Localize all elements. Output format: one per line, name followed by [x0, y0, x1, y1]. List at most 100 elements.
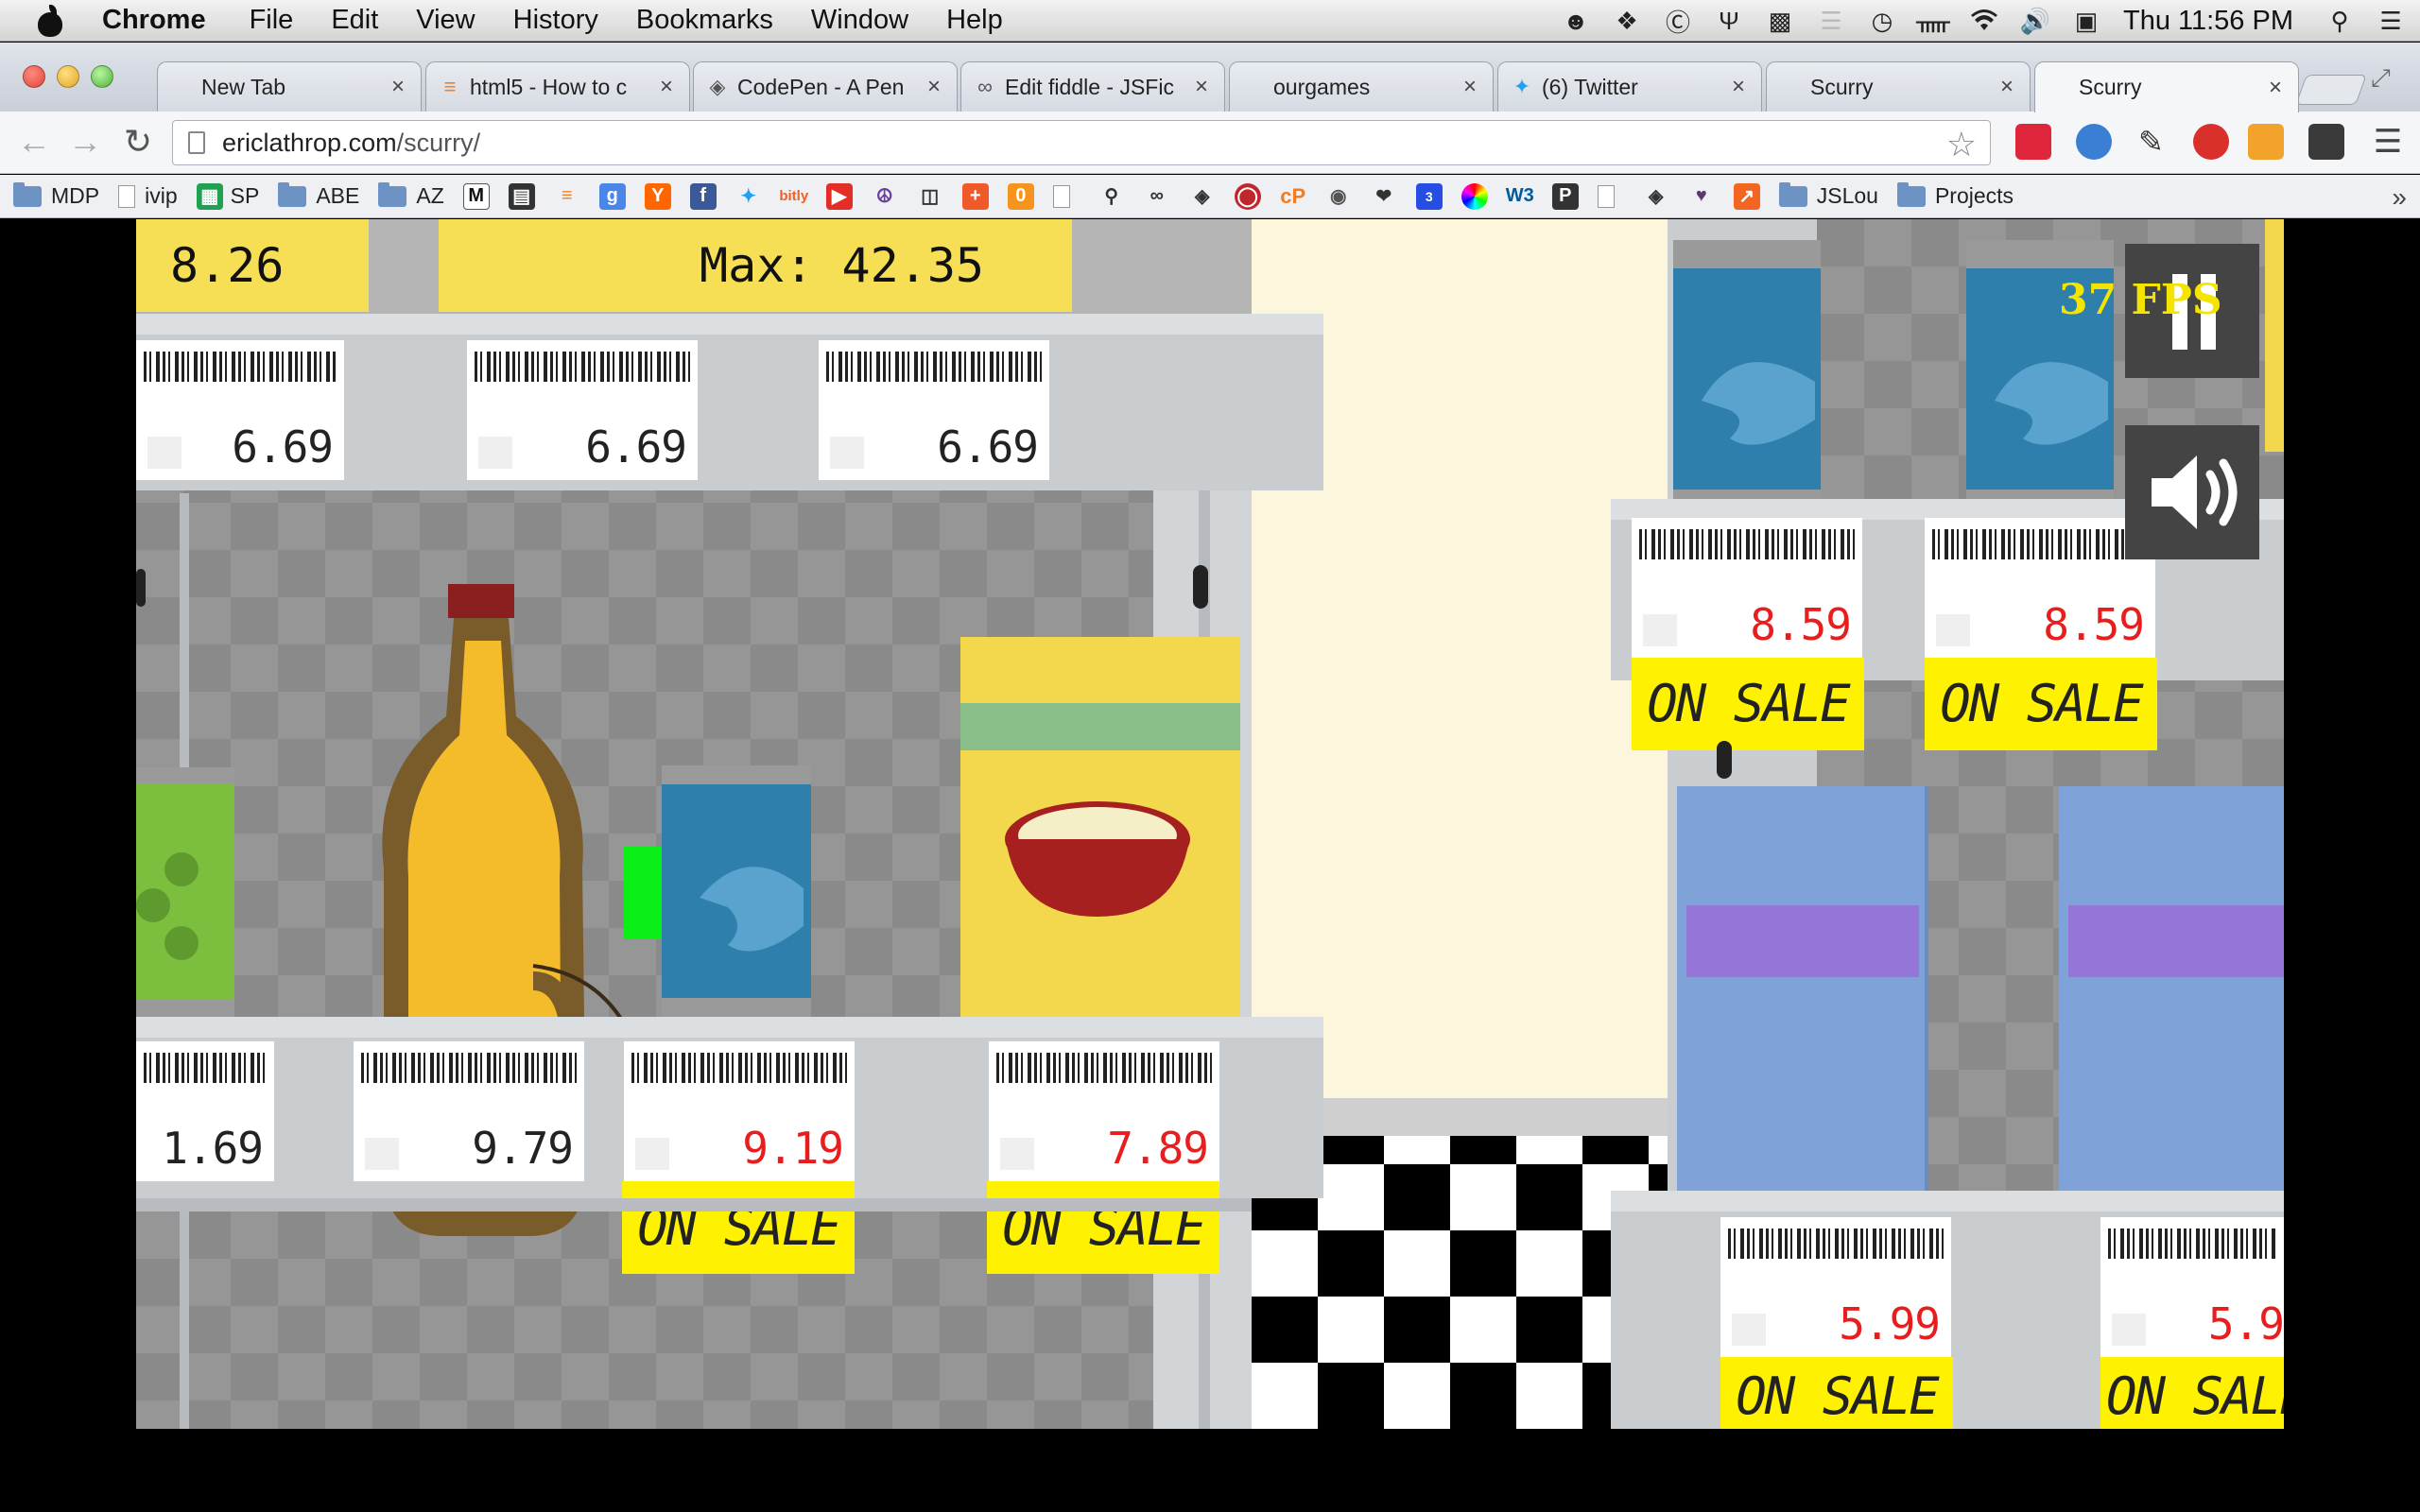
new-tab-button[interactable] — [2295, 75, 2367, 105]
bookmark-chart[interactable]: ↗ — [1733, 182, 1760, 210]
bookmark-terminal[interactable]: ▤ — [508, 182, 535, 210]
zoom-window-button[interactable] — [91, 65, 113, 88]
fullscreen-icon[interactable]: ⤢ — [2371, 63, 2391, 94]
bluetooth-icon[interactable]: ᚅ — [1916, 7, 1950, 35]
menu-view[interactable]: View — [416, 5, 475, 36]
new-extension-icon[interactable] — [2248, 124, 2284, 160]
game-canvas[interactable]: 8.26 Max: 42.35 6.69 6.69 6.69 1.69 9.79… — [136, 219, 2284, 1429]
color-wheel-icon — [1461, 182, 1488, 210]
alien-icon[interactable]: ☻ — [1562, 7, 1590, 35]
bag-icon[interactable]: ▩ — [1766, 7, 1794, 35]
tab-twitter[interactable]: ✦ (6) Twitter × — [1497, 61, 1762, 112]
evernote-icon[interactable]: Ⓒ — [1664, 7, 1692, 37]
tab-new-tab[interactable]: New Tab × — [157, 61, 422, 112]
bookmark-mushroom[interactable]: ♥ — [1688, 183, 1715, 210]
bookmark-red[interactable]: ◯ — [1234, 182, 1261, 210]
time-machine-icon[interactable]: ◷ — [1868, 7, 1896, 35]
bookmark-stack[interactable]: ≡ — [554, 183, 580, 210]
tab-codepen[interactable]: ◈ CodePen - A Pen × — [693, 61, 958, 112]
shelf-pin — [136, 569, 146, 607]
bars-icon[interactable]: ☰ — [1817, 7, 1845, 35]
menu-app-name[interactable]: Chrome — [102, 5, 206, 36]
more-bookmarks-icon[interactable]: » — [2392, 182, 2407, 213]
tab-jsfiddle[interactable]: ∞ Edit fiddle - JSFic × — [960, 61, 1225, 112]
bookmark-google[interactable]: g — [598, 182, 626, 210]
bookmark-color[interactable] — [1461, 182, 1488, 210]
menu-window[interactable]: Window — [811, 5, 908, 36]
lastpass-extension-icon[interactable] — [2015, 124, 2051, 160]
reload-icon[interactable]: ↻ — [119, 125, 157, 159]
forward-arrow-icon[interactable]: → — [66, 125, 104, 159]
bookmark-sp[interactable]: ▦ SP — [196, 182, 259, 210]
close-tab-icon[interactable]: × — [1461, 74, 1479, 100]
close-tab-icon[interactable]: × — [657, 74, 676, 100]
bookmark-bitly[interactable]: bitly — [779, 183, 808, 210]
target-extension-icon[interactable] — [2076, 124, 2112, 160]
bookmark-pin[interactable]: ⚲ — [1098, 183, 1125, 210]
back-arrow-icon[interactable]: ← — [15, 125, 53, 159]
close-tab-icon[interactable]: × — [925, 74, 943, 100]
close-tab-icon[interactable]: × — [1997, 74, 2016, 100]
tab-stackoverflow[interactable]: ≡ html5 - How to c × — [425, 61, 690, 112]
bookmark-peace[interactable]: ☮ — [872, 183, 898, 210]
bookmark-zero[interactable]: 0 — [1007, 182, 1034, 210]
bookmark-star-icon[interactable]: ☆ — [1946, 125, 1977, 164]
bookmark-globe[interactable]: ◉ — [1325, 183, 1352, 210]
bookmark-projects[interactable]: Projects — [1896, 181, 2014, 209]
eyedropper-extension-icon[interactable]: ✎ — [2138, 124, 2174, 160]
close-tab-icon[interactable]: × — [1192, 74, 1211, 100]
menu-help[interactable]: Help — [946, 5, 1003, 36]
dropbox-icon[interactable]: ❖ — [1613, 7, 1641, 35]
display-icon[interactable]: ▣ — [2072, 7, 2100, 35]
volume-icon[interactable]: 🔊 — [2020, 7, 2050, 35]
tab-scurry-active[interactable]: Scurry × — [2034, 61, 2299, 112]
bookmark-hn[interactable]: Y — [644, 182, 671, 210]
bookmark-abe[interactable]: ABE — [278, 181, 359, 209]
close-tab-icon[interactable]: × — [1729, 74, 1748, 100]
bookmark-twitter[interactable]: ✦ — [735, 183, 762, 210]
peace-icon: ☮ — [875, 186, 893, 207]
address-bar[interactable]: ericlathrop.com/scurry/ ☆ — [172, 120, 1991, 165]
bookmark-m[interactable]: M — [462, 182, 490, 210]
spotlight-search-icon[interactable]: ⚲ — [2325, 7, 2354, 35]
menu-edit[interactable]: Edit — [331, 5, 378, 36]
notification-center-icon[interactable]: ☰ — [2377, 7, 2405, 35]
menu-bookmarks[interactable]: Bookmarks — [636, 5, 773, 36]
sound-toggle-button[interactable] — [2125, 425, 2259, 559]
bookmark-jsfiddle[interactable]: ∞ — [1144, 183, 1170, 210]
bookmark-codepen2[interactable]: ◈ — [1643, 183, 1669, 210]
chrome-menu-icon[interactable]: ☰ — [2369, 125, 2407, 159]
bookmark-plus[interactable]: + — [961, 182, 989, 210]
wifi-icon[interactable] — [1970, 7, 1998, 35]
menu-file[interactable]: File — [250, 5, 294, 36]
fork-icon[interactable]: Ψ — [1715, 7, 1743, 35]
menu-history[interactable]: History — [513, 5, 598, 36]
bookmark-codepen[interactable]: ◈ — [1189, 183, 1216, 210]
close-tab-icon[interactable]: × — [389, 74, 407, 100]
close-window-button[interactable] — [23, 65, 45, 88]
bookmark-hearts[interactable]: ❤ — [1371, 183, 1397, 210]
menu-clock[interactable]: Thu 11:56 PM — [2123, 6, 2293, 37]
apple-menu-icon[interactable] — [36, 4, 64, 37]
bookmark-mdp[interactable]: MDP — [13, 181, 99, 209]
bookmark-doc[interactable] — [1052, 184, 1080, 208]
bookmark-youtube[interactable]: ▶ — [825, 182, 853, 210]
bookmark-cpanel[interactable]: cP — [1280, 183, 1306, 210]
adblock-extension-icon[interactable] — [2193, 124, 2229, 160]
bookmark-ivip[interactable]: ivip — [118, 183, 178, 209]
codepen-icon: ◈ — [709, 75, 726, 98]
bookmark-jslou[interactable]: JSLou — [1778, 181, 1878, 209]
bookmark-az[interactable]: AZ — [378, 181, 444, 209]
bookmark-p[interactable]: P — [1551, 182, 1579, 210]
bookmark-doc2[interactable] — [1597, 184, 1624, 208]
bookmark-css3[interactable]: 3 — [1415, 182, 1443, 210]
menu-bar: Chrome File Edit View History Bookmarks … — [0, 0, 2420, 42]
minimize-window-button[interactable] — [57, 65, 79, 88]
bookmark-w3[interactable]: W3 — [1506, 183, 1534, 210]
tab-scurry[interactable]: Scurry × — [1766, 61, 2031, 112]
close-tab-icon[interactable]: × — [2266, 75, 2285, 101]
bookmark-facebook[interactable]: f — [689, 182, 717, 210]
tab-ourgames[interactable]: ourgames × — [1229, 61, 1494, 112]
s-extension-icon[interactable] — [2308, 124, 2344, 160]
bookmark-gift[interactable]: ◫ — [917, 183, 943, 210]
